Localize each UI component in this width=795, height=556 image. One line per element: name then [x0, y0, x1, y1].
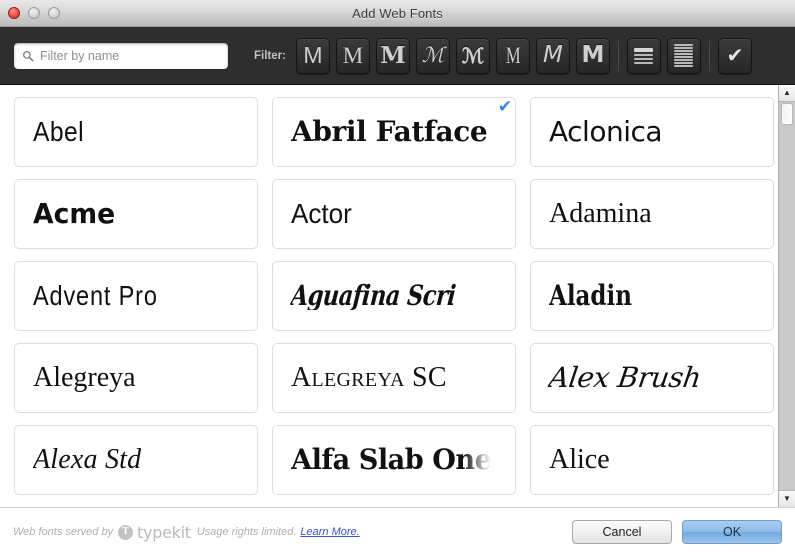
search-input[interactable] [14, 43, 228, 68]
maximize-button[interactable] [48, 7, 60, 19]
font-card[interactable]: Alegreya [14, 343, 258, 413]
filter-display[interactable]: M [575, 37, 610, 74]
filter-condensed[interactable]: M [495, 37, 530, 74]
font-name: Alex Brush [546, 363, 703, 393]
font-card[interactable]: Alegreya SC [272, 343, 516, 413]
font-name: Actor [291, 199, 352, 229]
font-name: Adamina [549, 199, 652, 229]
font-card[interactable]: Actor [272, 179, 516, 249]
font-card[interactable]: Abril Fatface ✔ [272, 97, 516, 167]
ok-button[interactable]: OK [682, 520, 782, 544]
font-card[interactable]: Aclonica [530, 97, 774, 167]
scrollbar-thumb[interactable] [781, 103, 793, 125]
add-web-fonts-window: Add Web Fonts Filter: M M M ℳ [0, 0, 795, 556]
letter-m-blackletter-icon: ℳ [461, 43, 485, 68]
typekit-credit: Web fonts served by T typekit Usage righ… [13, 523, 360, 542]
learn-more-link[interactable]: Learn More. [300, 526, 359, 538]
font-name: Aladin [549, 281, 632, 311]
letter-m-serif-icon: M [342, 43, 364, 68]
letter-m-display-icon: M [581, 42, 605, 68]
letter-m-handwriting-icon: M [543, 42, 563, 68]
font-card[interactable]: Acme [14, 179, 258, 249]
filter-script[interactable]: ℳ [415, 37, 450, 74]
letter-m-sans-icon: M [303, 42, 323, 68]
footer-bar: Web fonts served by T typekit Usage righ… [0, 507, 795, 556]
font-name: Alice [549, 445, 610, 475]
paragraph-lines-icon [674, 44, 694, 67]
scroll-down-arrow-icon[interactable]: ▼ [779, 490, 795, 507]
window-controls [8, 0, 60, 26]
letter-m-condensed-icon: M [505, 43, 521, 68]
show-selected-button[interactable]: ✔ [717, 37, 752, 74]
toolbar: Filter: M M M ℳ ℳ M M M [0, 27, 795, 85]
font-name: Alegreya [33, 363, 136, 393]
filter-blackletter[interactable]: ℳ [455, 37, 490, 74]
cancel-button[interactable]: Cancel [572, 520, 672, 544]
title-bar: Add Web Fonts [0, 0, 795, 27]
font-name: Abril Fatface [291, 117, 488, 147]
font-name: Alegreya SC [291, 363, 447, 393]
font-card[interactable]: Alexa Std [14, 425, 258, 495]
font-name: Alfa Slab One [291, 445, 491, 475]
minimize-button[interactable] [28, 7, 40, 19]
filter-sans-serif[interactable]: M [295, 37, 330, 74]
toolbar-separator [617, 40, 619, 71]
font-card[interactable]: Adamina [530, 179, 774, 249]
font-card[interactable]: Aguafina Script [272, 261, 516, 331]
vertical-scrollbar[interactable]: ▲ ▼ [778, 85, 795, 507]
checkmark-icon: ✔ [726, 44, 744, 67]
search-icon [23, 50, 34, 61]
font-card[interactable]: Abel [14, 97, 258, 167]
letter-m-script-icon: ℳ [421, 43, 445, 67]
font-card[interactable]: Aladin [530, 261, 774, 331]
filter-slab-serif[interactable]: M [375, 37, 410, 74]
credit-prefix: Web fonts served by [13, 526, 114, 538]
window-title: Add Web Fonts [352, 5, 443, 21]
font-name: Abel [33, 117, 85, 147]
font-name: Aclonica [549, 117, 663, 147]
font-card[interactable]: Alice [530, 425, 774, 495]
filter-body-text[interactable] [666, 37, 701, 74]
scroll-up-arrow-icon[interactable]: ▲ [779, 85, 795, 102]
font-card[interactable]: Alfa Slab One [272, 425, 516, 495]
toolbar-separator-2 [708, 40, 710, 71]
filter-handwriting[interactable]: M [535, 37, 570, 74]
font-card[interactable]: Advent Pro [14, 261, 258, 331]
letter-m-slab-icon: M [380, 42, 406, 69]
font-name: Acme [33, 199, 116, 229]
font-card[interactable]: Alex Brush [530, 343, 774, 413]
selected-check-icon: ✔ [497, 97, 513, 116]
dialog-buttons: Cancel OK [572, 520, 782, 544]
font-list-area: Abel Abril Fatface ✔ Aclonica Acme Actor… [0, 85, 795, 507]
typekit-logo-icon: T [118, 524, 134, 540]
headline-lines-icon [634, 47, 654, 64]
font-name: Alexa Std [33, 445, 142, 475]
usage-rights-text: Usage rights limited. [196, 526, 297, 538]
close-button[interactable] [8, 7, 20, 19]
font-name: Aguafina Script [289, 281, 458, 311]
filter-label: Filter: [254, 49, 286, 62]
typekit-wordmark: typekit [137, 522, 191, 542]
font-grid: Abel Abril Fatface ✔ Aclonica Acme Actor… [0, 85, 778, 507]
filter-serif[interactable]: M [335, 37, 370, 74]
font-name: Advent Pro [33, 281, 158, 311]
filter-headline-text[interactable] [626, 37, 661, 74]
search-field[interactable] [14, 42, 228, 69]
filter-button-group: M M M ℳ ℳ M M M ✔ [295, 37, 758, 74]
